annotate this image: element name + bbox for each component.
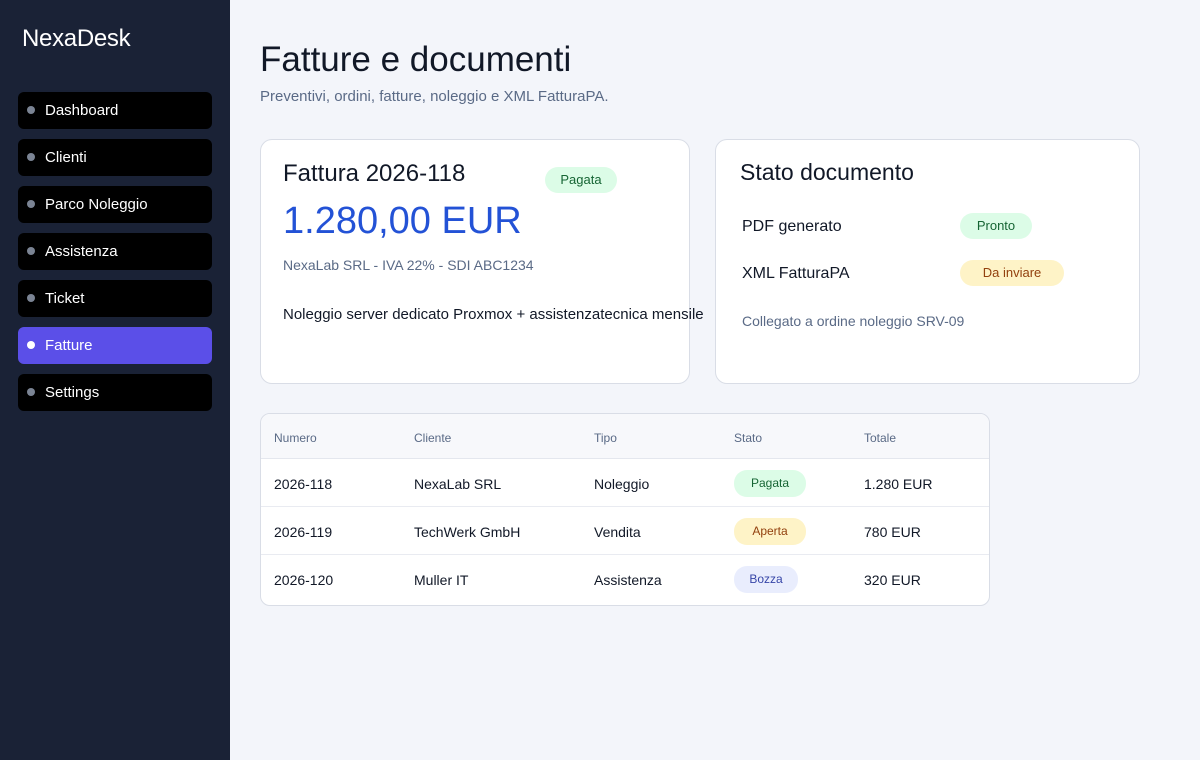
- cell-tipo: Vendita: [594, 524, 641, 540]
- invoice-meta: NexaLab SRL - IVA 22% - SDI ABC1234: [283, 257, 534, 273]
- status-badge: Aperta: [734, 518, 806, 545]
- sidebar-item-label: Fatture: [45, 337, 93, 354]
- invoice-description: Noleggio server dedicato Proxmox + assis…: [283, 306, 704, 323]
- column-header-totale[interactable]: Totale: [864, 431, 896, 445]
- cell-tipo: Assistenza: [594, 572, 662, 588]
- sidebar-item-dashboard[interactable]: Dashboard: [18, 92, 212, 129]
- sidebar-item-assistenza[interactable]: Assistenza: [18, 233, 212, 270]
- column-header-tipo[interactable]: Tipo: [594, 431, 617, 445]
- bullet-icon: [27, 153, 35, 161]
- sidebar-item-clienti[interactable]: Clienti: [18, 139, 212, 176]
- document-status-card: Stato documento PDF generato Pronto XML …: [715, 139, 1140, 384]
- invoice-title: Fattura 2026-118: [283, 160, 466, 187]
- table-row[interactable]: 2026-119 TechWerk GmbH Vendita Aperta 78…: [261, 507, 989, 555]
- cell-numero: 2026-118: [274, 476, 333, 492]
- bullet-icon: [27, 247, 35, 255]
- sidebar-item-settings[interactable]: Settings: [18, 374, 212, 411]
- bullet-icon: [27, 294, 35, 302]
- cell-totale: 1.280 EUR: [864, 476, 933, 492]
- sidebar-item-label: Settings: [45, 384, 100, 401]
- sidebar: NexaDesk Dashboard Clienti Parco Noleggi…: [0, 0, 230, 760]
- cell-cliente: Muller IT: [414, 572, 469, 588]
- status-badge: Pagata: [734, 470, 806, 497]
- pdf-status-label: PDF generato: [742, 218, 842, 235]
- sidebar-item-label: Clienti: [45, 149, 87, 166]
- table-row[interactable]: 2026-120 Muller IT Assistenza Bozza 320 …: [261, 555, 989, 603]
- invoice-card: Fattura 2026-118 Pagata 1.280,00 EUR Nex…: [260, 139, 704, 384]
- app-logo[interactable]: NexaDesk: [22, 25, 131, 53]
- table-row[interactable]: 2026-118 NexaLab SRL Noleggio Pagata 1.2…: [261, 459, 989, 507]
- column-header-numero[interactable]: Numero: [274, 431, 317, 445]
- sidebar-item-parco-noleggio[interactable]: Parco Noleggio: [18, 186, 212, 223]
- cell-numero: 2026-120: [274, 572, 334, 588]
- sidebar-item-label: Dashboard: [45, 102, 119, 119]
- table-header: Numero Cliente Tipo Stato Totale: [261, 414, 989, 459]
- cell-tipo: Noleggio: [594, 476, 650, 492]
- status-badge: Pagata: [545, 167, 617, 193]
- invoice-amount: 1.280,00 EUR: [283, 200, 522, 242]
- xml-status-label: XML FatturaPA: [742, 265, 850, 282]
- column-header-cliente[interactable]: Cliente: [414, 431, 451, 445]
- cell-cliente: TechWerk GmbH: [414, 524, 521, 540]
- bullet-icon: [27, 200, 35, 208]
- bullet-icon: [27, 106, 35, 114]
- page-subtitle: Preventivi, ordini, fatture, noleggio e …: [260, 88, 609, 105]
- sidebar-item-label: Ticket: [45, 290, 85, 307]
- cell-totale: 780 EUR: [864, 524, 921, 540]
- linked-order-note: Collegato a ordine noleggio SRV-09: [742, 313, 965, 329]
- page-title: Fatture e documenti: [260, 40, 572, 79]
- document-status-title: Stato documento: [740, 159, 914, 185]
- sidebar-item-fatture[interactable]: Fatture: [18, 327, 212, 364]
- column-header-stato[interactable]: Stato: [734, 431, 762, 445]
- bullet-icon: [27, 341, 35, 349]
- cell-numero: 2026-119: [274, 524, 333, 540]
- status-badge: Bozza: [734, 566, 798, 593]
- bullet-icon: [27, 388, 35, 396]
- sidebar-item-label: Assistenza: [45, 243, 118, 260]
- sidebar-item-ticket[interactable]: Ticket: [18, 280, 212, 317]
- xml-status-badge: Da inviare: [960, 260, 1064, 286]
- pdf-status-badge: Pronto: [960, 213, 1032, 239]
- cell-cliente: NexaLab SRL: [414, 476, 502, 492]
- sidebar-item-label: Parco Noleggio: [45, 196, 148, 213]
- cell-totale: 320 EUR: [864, 572, 921, 588]
- invoices-table: Numero Cliente Tipo Stato Totale 2026-11…: [260, 413, 990, 606]
